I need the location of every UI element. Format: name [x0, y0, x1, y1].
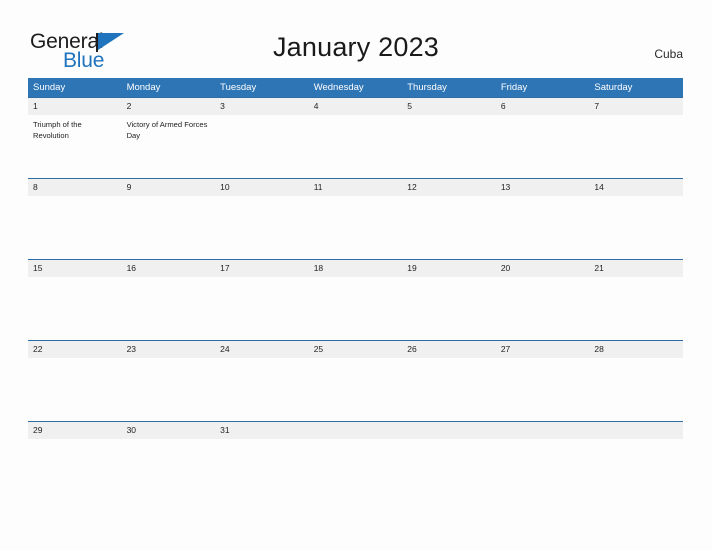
date-number[interactable]: 16	[122, 260, 216, 277]
date-number-strip: 22 23 24 25 26 27 28	[28, 340, 683, 358]
date-number[interactable]: 30	[122, 422, 216, 439]
day-cell-events[interactable]	[309, 358, 403, 420]
day-cell-events[interactable]	[122, 277, 216, 339]
day-cell-events[interactable]	[496, 196, 590, 258]
date-number[interactable]: 18	[309, 260, 403, 277]
calendar-grid: Sunday Monday Tuesday Wednesday Thursday…	[28, 78, 683, 502]
date-number[interactable]: 26	[402, 341, 496, 358]
day-cell-events[interactable]	[402, 196, 496, 258]
weekday-header-monday: Monday	[126, 82, 161, 93]
day-cell-events[interactable]	[215, 277, 309, 339]
date-number[interactable]: 7	[589, 98, 683, 115]
week-row: 29 30 31	[28, 421, 683, 502]
date-number-empty	[309, 422, 403, 439]
date-number[interactable]: 20	[496, 260, 590, 277]
day-cell-events[interactable]	[215, 196, 309, 258]
date-number[interactable]: 12	[402, 179, 496, 196]
events-strip	[28, 358, 683, 420]
weekday-header-friday: Friday	[500, 82, 528, 93]
week-row: 15 16 17 18 19 20 21	[28, 259, 683, 340]
weekday-header-wednesday: Wednesday	[313, 82, 364, 93]
day-cell-events[interactable]	[589, 277, 683, 339]
day-cell-events[interactable]	[28, 277, 122, 339]
day-cell-events[interactable]	[402, 277, 496, 339]
date-number[interactable]: 9	[122, 179, 216, 196]
date-number-empty	[496, 422, 590, 439]
week-row: 1 2 3 4 5 6 7 Triumph of the Revolution …	[28, 97, 683, 178]
day-cell-events[interactable]	[589, 358, 683, 420]
date-number-strip: 8 9 10 11 12 13 14	[28, 178, 683, 196]
day-cell-events[interactable]	[28, 358, 122, 420]
date-number[interactable]: 3	[215, 98, 309, 115]
date-number-strip: 1 2 3 4 5 6 7	[28, 97, 683, 115]
date-number[interactable]: 21	[589, 260, 683, 277]
weekday-header-row: Sunday Monday Tuesday Wednesday Thursday…	[28, 78, 683, 97]
date-number[interactable]: 28	[589, 341, 683, 358]
day-cell-events[interactable]: Victory of Armed Forces Day	[122, 115, 216, 177]
day-cell-events	[402, 439, 496, 501]
day-cell-events[interactable]	[589, 115, 683, 177]
event-label: Triumph of the Revolution	[33, 120, 82, 140]
day-cell-events[interactable]	[496, 358, 590, 420]
day-cell-events[interactable]	[309, 277, 403, 339]
date-number-empty	[589, 422, 683, 439]
date-number[interactable]: 13	[496, 179, 590, 196]
country-label: Cuba	[654, 47, 683, 61]
day-cell-events[interactable]	[309, 196, 403, 258]
day-cell-events[interactable]	[402, 358, 496, 420]
date-number-empty	[402, 422, 496, 439]
date-number[interactable]: 23	[122, 341, 216, 358]
day-cell-events[interactable]	[215, 439, 309, 501]
day-cell-events[interactable]: Triumph of the Revolution	[28, 115, 122, 177]
events-strip	[28, 196, 683, 258]
page-header: General Blue January 2023 Cuba	[0, 0, 712, 76]
week-row: 22 23 24 25 26 27 28	[28, 340, 683, 421]
date-number[interactable]: 19	[402, 260, 496, 277]
weekday-header-thursday: Thursday	[407, 82, 447, 93]
day-cell-events[interactable]	[589, 196, 683, 258]
day-cell-events	[589, 439, 683, 501]
day-cell-events[interactable]	[215, 358, 309, 420]
date-number[interactable]: 25	[309, 341, 403, 358]
date-number[interactable]: 1	[28, 98, 122, 115]
day-cell-events[interactable]	[215, 115, 309, 177]
day-cell-events[interactable]	[122, 358, 216, 420]
events-strip: Triumph of the Revolution Victory of Arm…	[28, 115, 683, 177]
week-row: 8 9 10 11 12 13 14	[28, 178, 683, 259]
weekday-header-saturday: Saturday	[594, 82, 633, 93]
date-number-strip: 29 30 31	[28, 421, 683, 439]
event-label: Victory of Armed Forces Day	[126, 120, 208, 140]
date-number[interactable]: 11	[309, 179, 403, 196]
date-number[interactable]: 6	[496, 98, 590, 115]
day-cell-events[interactable]	[28, 196, 122, 258]
date-number[interactable]: 8	[28, 179, 122, 196]
day-cell-events	[496, 439, 590, 501]
weekday-header-sunday: Sunday	[33, 82, 66, 93]
date-number[interactable]: 22	[28, 341, 122, 358]
events-strip	[28, 439, 683, 501]
day-cell-events[interactable]	[496, 115, 590, 177]
date-number[interactable]: 29	[28, 422, 122, 439]
events-strip	[28, 277, 683, 339]
date-number-strip: 15 16 17 18 19 20 21	[28, 259, 683, 277]
date-number[interactable]: 15	[28, 260, 122, 277]
day-cell-events[interactable]	[402, 115, 496, 177]
day-cell-events[interactable]	[496, 277, 590, 339]
day-cell-events	[309, 439, 403, 501]
date-number[interactable]: 2	[122, 98, 216, 115]
day-cell-events[interactable]	[122, 196, 216, 258]
date-number[interactable]: 24	[215, 341, 309, 358]
date-number[interactable]: 10	[215, 179, 309, 196]
date-number[interactable]: 17	[215, 260, 309, 277]
date-number[interactable]: 14	[589, 179, 683, 196]
date-number[interactable]: 27	[496, 341, 590, 358]
day-cell-events[interactable]	[28, 439, 122, 501]
date-number[interactable]: 4	[309, 98, 403, 115]
date-number[interactable]: 5	[402, 98, 496, 115]
day-cell-events[interactable]	[309, 115, 403, 177]
day-cell-events[interactable]	[122, 439, 216, 501]
date-number[interactable]: 31	[215, 422, 309, 439]
weekday-header-tuesday: Tuesday	[220, 82, 257, 93]
page-title: January 2023	[272, 32, 440, 62]
